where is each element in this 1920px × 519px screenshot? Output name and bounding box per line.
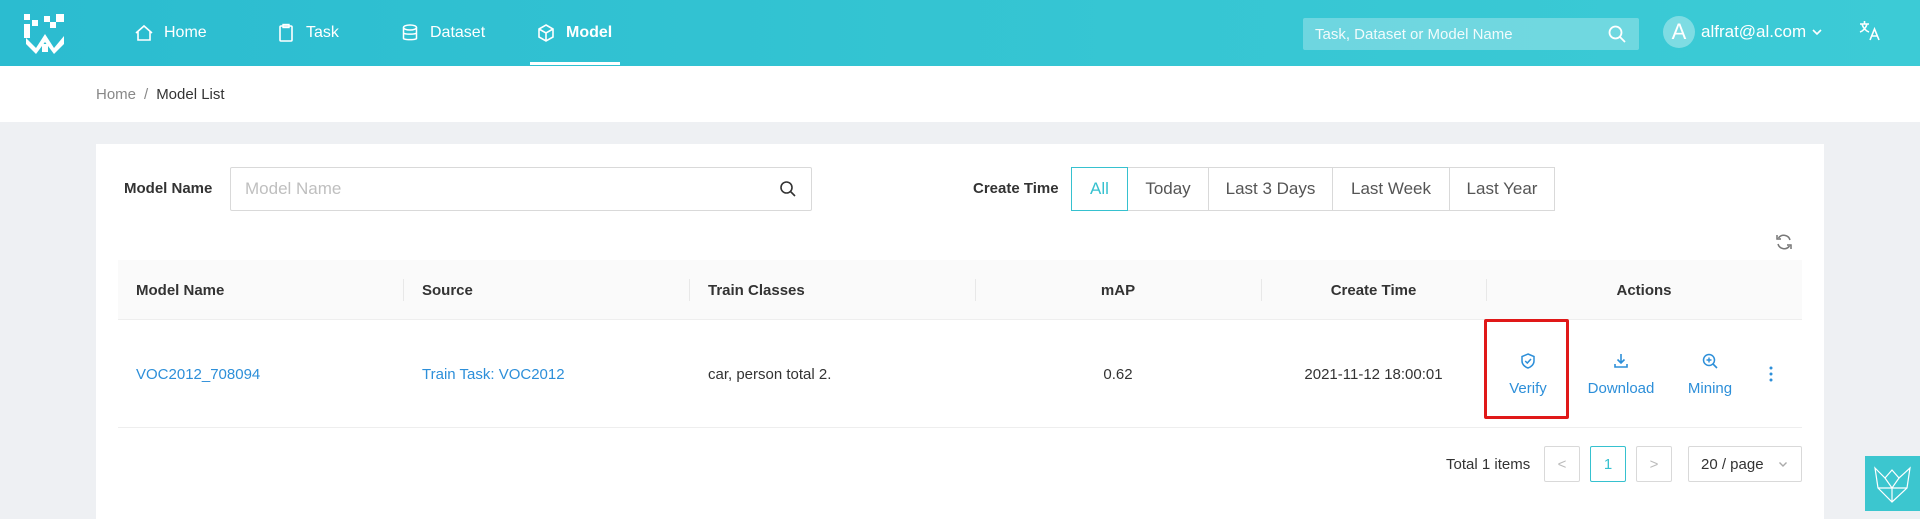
download-icon (1614, 353, 1628, 368)
nav-home[interactable]: Home (134, 0, 207, 66)
model-name-filter-label: Model Name (124, 180, 213, 197)
map-cell: 0.62 (1103, 365, 1133, 383)
search-icon[interactable] (1607, 24, 1627, 44)
page-size-value: 20 / page (1701, 455, 1764, 473)
active-nav-indicator (530, 62, 620, 65)
breadcrumb-current: Model List (156, 86, 225, 103)
top-nav-bar: Home Task Dataset Model A alfrat@al.com (0, 0, 1920, 66)
mining-button[interactable]: Mining (1670, 320, 1750, 428)
search-icon[interactable] (779, 180, 797, 198)
breadcrumb-home[interactable]: Home (96, 86, 136, 103)
column-header-source: Source (422, 281, 473, 299)
chevron-down-icon (1779, 462, 1787, 467)
column-header-train-classes: Train Classes (708, 281, 805, 299)
home-icon (135, 24, 153, 41)
mining-label: Mining (1687, 379, 1733, 397)
nav-model[interactable]: Model (536, 0, 612, 66)
nav-task[interactable]: Task (276, 0, 339, 66)
download-label: Download (1587, 379, 1655, 397)
avatar: A (1663, 16, 1695, 48)
chevron-down-icon (1812, 29, 1822, 36)
refresh-icon[interactable] (1774, 232, 1794, 252)
nav-home-label: Home (164, 24, 207, 41)
column-header-map: mAP (1100, 281, 1136, 299)
pagination-total: Total 1 items (1446, 455, 1531, 473)
wolf-logo-icon[interactable] (1865, 456, 1920, 511)
download-button[interactable]: Download (1576, 320, 1666, 428)
model-name-filter[interactable] (230, 167, 812, 211)
source-link[interactable]: Train Task: VOC2012 (422, 320, 565, 428)
verify-button[interactable]: Verify (1488, 320, 1568, 428)
nav-task-label: Task (306, 24, 339, 41)
shield-check-icon (1521, 352, 1535, 369)
table-row: VOC2012_708094 Train Task: VOC2012 car, … (118, 320, 1802, 428)
breadcrumb-bar: Home / Model List (0, 66, 1920, 122)
create-time-filter-label: Create Time (973, 180, 1059, 197)
user-email: alfrat@al.com (1701, 22, 1807, 41)
global-search[interactable] (1303, 18, 1639, 50)
pagination-prev-button[interactable]: < (1544, 446, 1580, 482)
verify-label: Verify (1509, 379, 1547, 397)
model-list-card: Model Name Create Time All Today Last 3 … (96, 144, 1824, 519)
create-time-cell: 2021-11-12 18:00:01 (1304, 365, 1443, 383)
train-classes-cell: car, person total 2. (708, 365, 832, 383)
pagination-page-1[interactable]: 1 (1590, 446, 1626, 482)
language-switch-icon[interactable] (1857, 18, 1883, 44)
nav-model-label: Model (566, 24, 613, 41)
create-time-filter: All Today Last 3 Days Last Week Last Yea… (1071, 167, 1555, 211)
time-option-last-year[interactable]: Last Year (1449, 167, 1555, 211)
breadcrumb-separator: / (144, 86, 149, 103)
time-option-last-3-days[interactable]: Last 3 Days (1208, 167, 1333, 211)
task-icon (279, 23, 293, 42)
column-header-model-name: Model Name (136, 281, 225, 299)
nav-dataset-label: Dataset (430, 24, 486, 41)
time-option-today[interactable]: Today (1127, 167, 1209, 211)
breadcrumb: Home / Model List (96, 86, 225, 103)
model-name-link[interactable]: VOC2012_708094 (136, 320, 260, 428)
nav-dataset[interactable]: Dataset (400, 0, 485, 66)
time-option-last-week[interactable]: Last Week (1332, 167, 1450, 211)
more-vertical-icon[interactable] (1764, 364, 1778, 384)
user-menu[interactable]: A alfrat@al.com (1663, 14, 1824, 50)
app-logo[interactable] (22, 10, 68, 56)
database-icon (402, 24, 418, 41)
cube-icon (538, 24, 554, 42)
table-header: Model Name Source Train Classes mAP Crea… (118, 260, 1802, 320)
page-size-select[interactable]: 20 / page (1688, 446, 1802, 482)
column-divider (689, 279, 690, 301)
column-divider (403, 279, 404, 301)
model-name-input[interactable] (245, 179, 779, 199)
zoom-in-icon (1702, 353, 1718, 369)
time-option-all[interactable]: All (1071, 167, 1128, 211)
column-header-actions: Actions (1616, 281, 1672, 299)
global-search-input[interactable] (1315, 25, 1607, 43)
column-header-create-time: Create Time (1330, 281, 1417, 299)
pagination-next-button[interactable]: > (1636, 446, 1672, 482)
